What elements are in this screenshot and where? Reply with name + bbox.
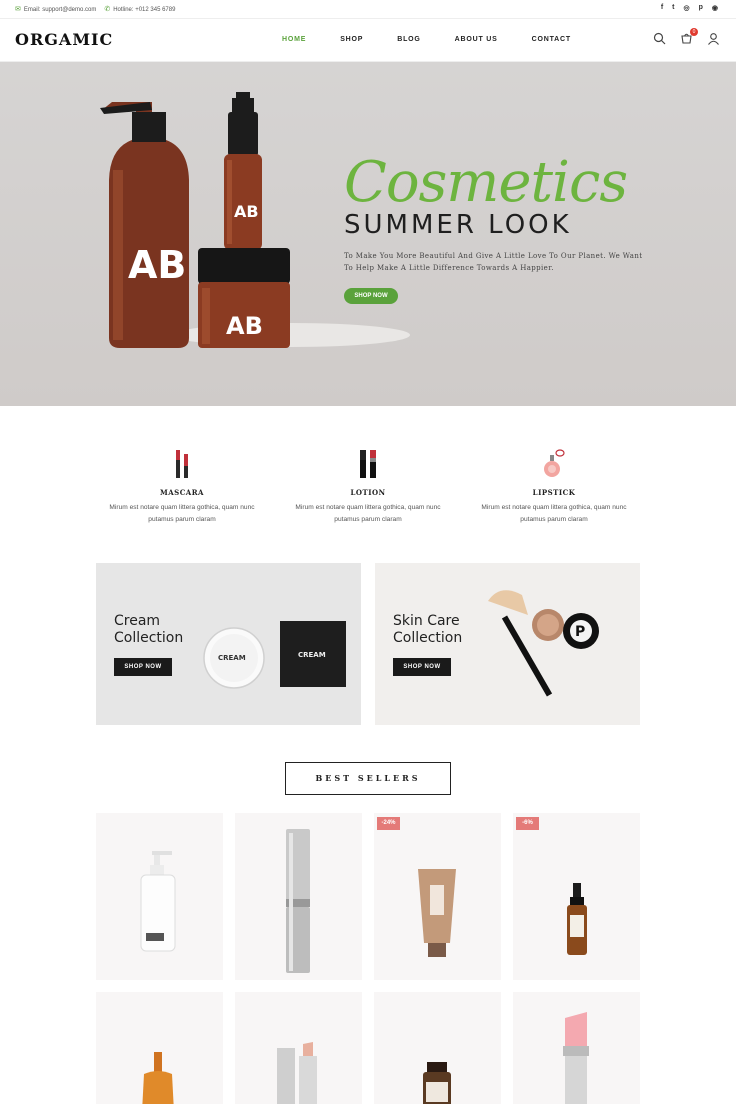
- user-icon[interactable]: [707, 32, 720, 45]
- product-card[interactable]: [96, 813, 223, 980]
- twitter-icon[interactable]: t: [672, 4, 674, 12]
- nav-shop[interactable]: SHOP: [340, 36, 363, 43]
- top-bar: ✉ Email: support@demo.com ✆ Hotline: +012 …: [0, 0, 736, 19]
- site-header: ORGAMIC HOME SHOP BLOG ABOUT US CONTACT …: [0, 19, 736, 62]
- social-links: f t ◎ p ◉: [661, 4, 718, 12]
- banner-title: Skin Care Collection: [393, 613, 463, 646]
- perfume-icon: [544, 449, 565, 477]
- skincare-products-image: P: [488, 590, 599, 697]
- category-title: LIPSTICK: [532, 488, 576, 497]
- svg-text:P: P: [575, 624, 585, 640]
- banner-skin-care-collection[interactable]: P Skin Care Collection SHOP NOW: [375, 563, 640, 725]
- email-text: Email: support@demo.com: [23, 7, 97, 13]
- product-card[interactable]: [374, 992, 501, 1104]
- phone-icon: ✆: [104, 6, 111, 13]
- category-text: Mirum est notare quam littera gothica, q…: [295, 504, 441, 523]
- jar-bottle-image: [423, 1062, 451, 1104]
- hero-title: SUMMER LOOK: [344, 210, 572, 240]
- bottle-logo: AB: [128, 243, 186, 287]
- cream-products-image: CREAM CREAM: [203, 621, 346, 689]
- serum-logo: AB: [234, 202, 259, 221]
- cream-box-label: CREAM: [298, 651, 326, 659]
- search-icon[interactable]: [653, 32, 666, 45]
- product-card[interactable]: -24%: [374, 813, 501, 980]
- instagram-icon[interactable]: ◎: [684, 4, 690, 12]
- pinterest-icon[interactable]: p: [699, 4, 703, 12]
- hotline-text: Hotline: +012 345 6789: [113, 7, 176, 13]
- rss-icon[interactable]: ◉: [712, 4, 718, 12]
- banner-shop-now-button[interactable]: SHOP NOW: [393, 658, 451, 676]
- hero-script-title: Cosmetics: [344, 150, 628, 215]
- best-sellers-heading: BEST SELLERS: [285, 762, 451, 795]
- discount-badge: -6%: [516, 817, 539, 830]
- lotion-bottle-image: [140, 851, 176, 952]
- cart-count-badge: 0: [690, 28, 698, 36]
- main-nav: HOME SHOP BLOG ABOUT US CONTACT: [282, 36, 605, 43]
- facebook-icon[interactable]: f: [661, 4, 663, 12]
- hotline-info[interactable]: ✆ Hotline: +012 345 6789: [104, 5, 175, 13]
- nav-blog[interactable]: BLOG: [397, 36, 420, 43]
- cart-icon[interactable]: 0: [680, 28, 698, 45]
- pink-lipstick-image: [563, 1012, 589, 1104]
- mail-icon: ✉: [15, 6, 21, 13]
- category-lipstick[interactable]: LIPSTICK Mirum est notare quam littera g…: [474, 448, 634, 526]
- product-card[interactable]: [96, 992, 223, 1104]
- product-card[interactable]: -6%: [513, 813, 640, 980]
- lotion-icon: [360, 450, 376, 478]
- banner-cream-collection[interactable]: CREAM CREAM Cream Collection SHOP NOW: [96, 563, 361, 725]
- serum-bottle-image: [567, 883, 587, 955]
- banner-shop-now-button[interactable]: SHOP NOW: [114, 658, 172, 676]
- hero-banner: AB AB AB Cosmetics SUMMER LOOK To Make Y…: [0, 62, 736, 406]
- nav-contact[interactable]: CONTACT: [532, 36, 571, 43]
- nav-about-us[interactable]: ABOUT US: [455, 36, 498, 43]
- category-text: Mirum est notare quam littera gothica, q…: [481, 504, 627, 523]
- contact-info: ✉ Email: support@demo.com ✆ Hotline: +012 …: [15, 5, 175, 13]
- cream-tube-image: [418, 869, 456, 957]
- lipstick-tube-image: [286, 829, 310, 973]
- hero-description: To Make You More Beautiful And Give A Li…: [344, 252, 643, 272]
- lipsticks-image: [277, 1042, 317, 1104]
- category-title: LOTION: [350, 488, 386, 497]
- banner-title: Cream Collection: [114, 613, 184, 646]
- jar-logo: AB: [226, 312, 263, 340]
- logo[interactable]: ORGAMIC: [15, 30, 113, 49]
- category-title: MASCARA: [160, 488, 204, 497]
- nav-home[interactable]: HOME: [282, 36, 306, 43]
- product-card[interactable]: [513, 992, 640, 1104]
- dropper-bottle-image: [142, 1052, 174, 1104]
- hero-shop-now-button[interactable]: SHOP NOW: [344, 288, 398, 304]
- category-text: Mirum est notare quam littera gothica, q…: [109, 504, 255, 523]
- cream-jar-label: CREAM: [218, 654, 246, 662]
- mascara-icon: [176, 450, 188, 478]
- category-lotion[interactable]: LOTION Mirum est notare quam littera got…: [288, 448, 448, 526]
- category-mascara[interactable]: MASCARA Mirum est notare quam littera go…: [102, 448, 262, 526]
- product-card[interactable]: [235, 992, 362, 1104]
- product-card[interactable]: [235, 813, 362, 980]
- header-icons: 0: [653, 28, 720, 45]
- email-info[interactable]: ✉ Email: support@demo.com: [15, 5, 96, 13]
- discount-badge: -24%: [377, 817, 400, 830]
